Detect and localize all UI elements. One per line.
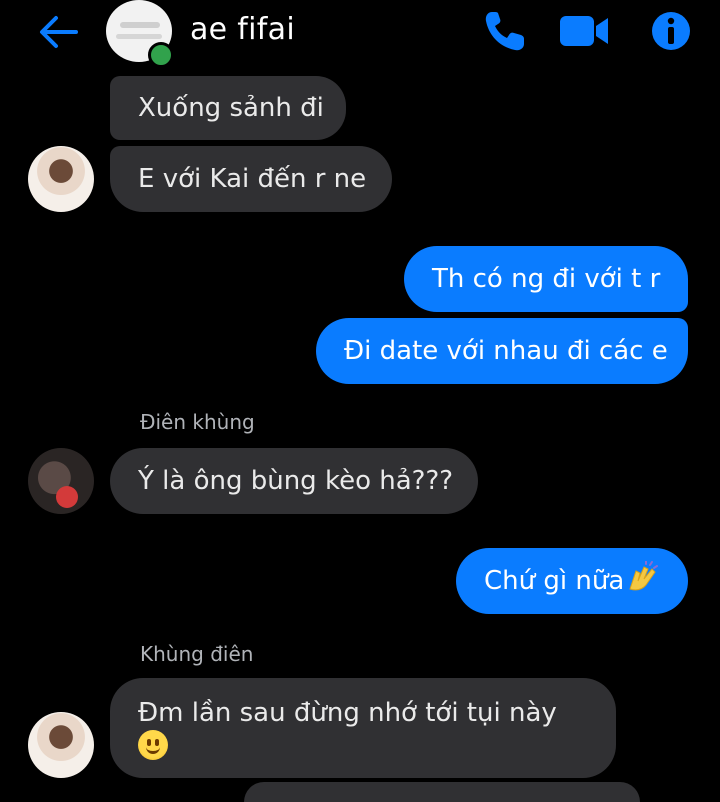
message-text: Ý là ông bùng kèo hả??? (138, 466, 454, 496)
chat-title[interactable]: ae fifai (190, 12, 295, 47)
message-bubble-incoming[interactable]: Đm lần sau đừng nhớ tới tụi này (110, 678, 616, 778)
call-button[interactable] (482, 8, 528, 54)
message-text: Chứ gì nữa (484, 566, 625, 596)
sender-name: Điên khùng (140, 410, 255, 434)
message-text: Đi date với nhau đi các e (344, 336, 668, 366)
message-text: Xuống sảnh đi (138, 93, 324, 123)
back-button[interactable] (36, 12, 80, 52)
chat-header: ae fifai (0, 0, 720, 68)
message-bubble-outgoing[interactable]: Chứ gì nữa (456, 548, 688, 614)
sender-avatar[interactable] (28, 146, 94, 212)
message-text: E với Kai đến r ne (138, 164, 367, 194)
video-call-button[interactable] (558, 8, 610, 54)
message-bubble-incoming[interactable]: E với Kai đến r ne (110, 146, 392, 212)
arrow-left-icon (40, 16, 78, 48)
sender-avatar[interactable] (28, 448, 94, 514)
sender-avatar[interactable] (28, 712, 94, 778)
smiling-face-emoji (138, 730, 168, 760)
message-bubble-outgoing[interactable]: Th có ng đi với t r (404, 246, 688, 312)
message-bubble-partial (244, 782, 640, 802)
message-bubble-incoming[interactable]: Ý là ông bùng kèo hả??? (110, 448, 478, 514)
message-text: Th có ng đi với t r (432, 264, 661, 294)
online-status-dot (148, 42, 174, 68)
phone-icon (485, 12, 524, 51)
sender-name: Khùng điên (140, 642, 254, 666)
video-camera-icon (560, 16, 608, 46)
info-button[interactable] (650, 8, 692, 54)
message-text: Đm lần sau đừng nhớ tới tụi này (138, 698, 557, 728)
message-bubble-incoming[interactable]: Xuống sảnh đi (110, 76, 346, 140)
raising-hands-emoji (626, 559, 659, 602)
message-bubble-outgoing[interactable]: Đi date với nhau đi các e (316, 318, 688, 384)
info-icon (652, 12, 690, 50)
